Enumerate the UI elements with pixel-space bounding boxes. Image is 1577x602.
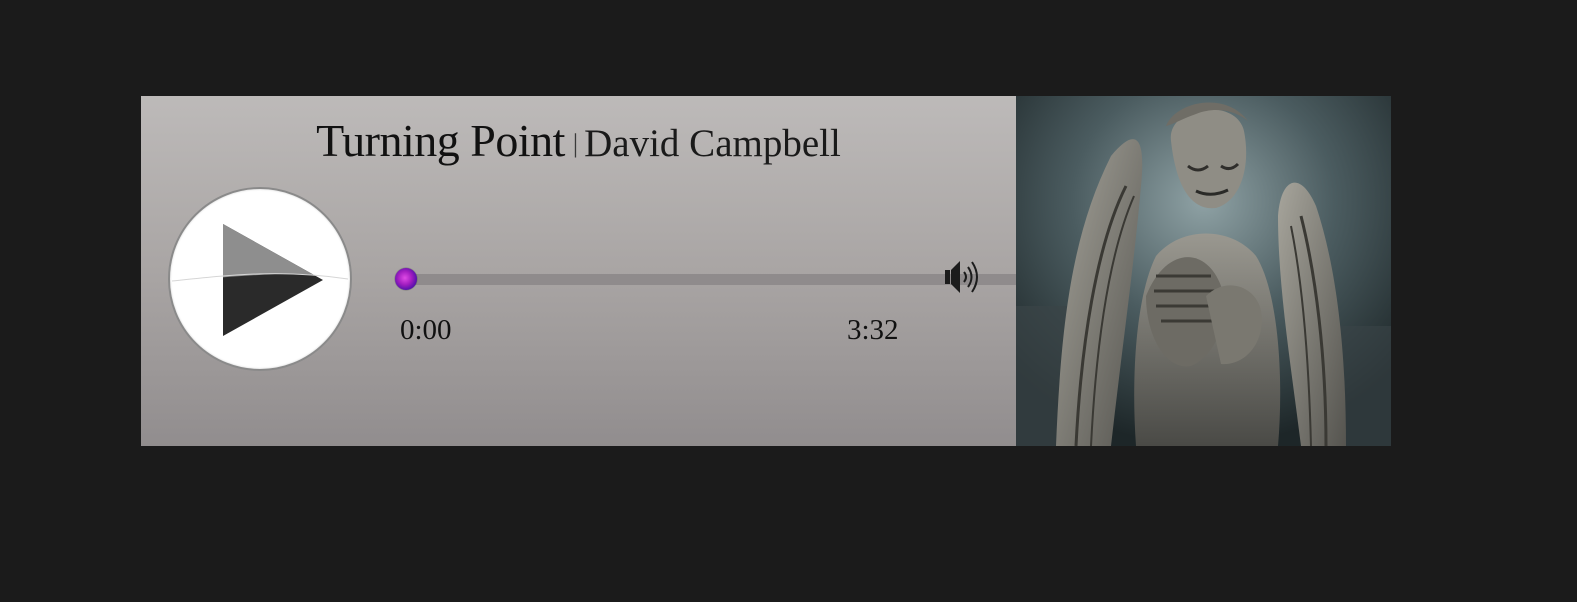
title-separator: | (572, 129, 579, 158)
angel-statue-image (1016, 96, 1391, 446)
total-time: 3:32 (847, 314, 899, 346)
play-icon (171, 224, 349, 336)
current-time: 0:00 (400, 314, 452, 346)
track-heading: Turning Point | David Campbell (141, 114, 1016, 167)
volume-button[interactable] (943, 256, 985, 298)
song-title: Turning Point (316, 115, 565, 166)
artist-name: David Campbell (584, 122, 841, 165)
album-art (1016, 96, 1391, 446)
player-controls-panel: Turning Point | David Campbell 0:00 3:32 (141, 96, 1043, 446)
play-button[interactable] (168, 187, 352, 371)
audio-player: Turning Point | David Campbell 0:00 3:32 (141, 96, 1391, 446)
speaker-icon (945, 261, 978, 293)
progress-handle[interactable] (395, 268, 417, 290)
